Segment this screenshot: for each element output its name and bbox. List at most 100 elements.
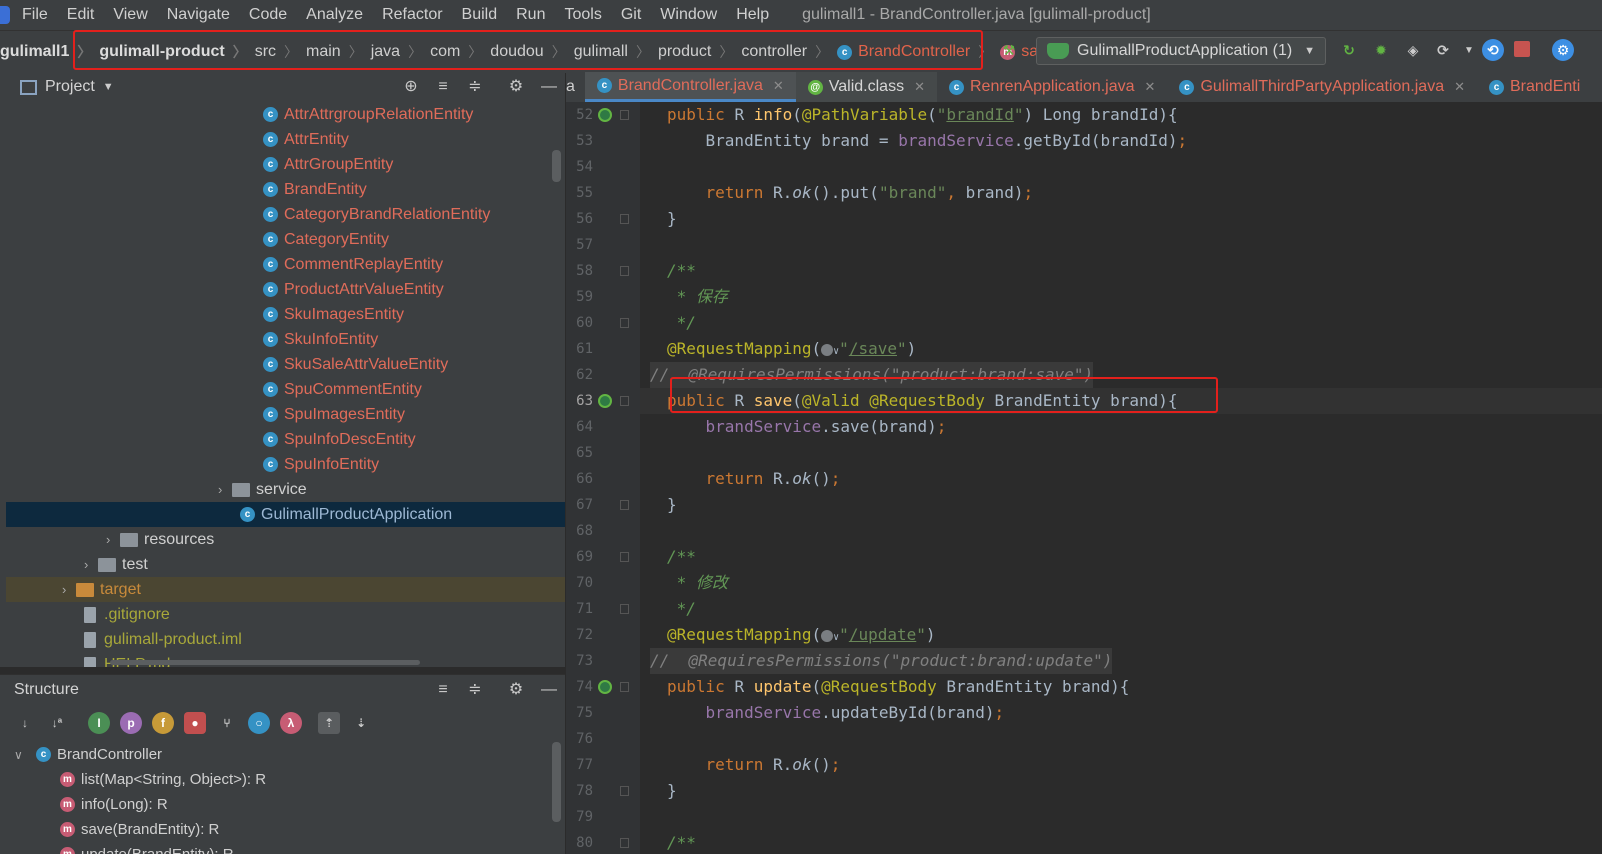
menu-view[interactable]: View [113,6,147,24]
horizontal-scrollbar[interactable] [110,660,420,665]
menu-run[interactable]: Run [516,6,545,24]
tab-renrenapplication[interactable]: c RenrenApplication.java ✕ [937,72,1167,102]
tree-item-file[interactable]: gulimall-product.iml [6,627,565,652]
autoscroll-from-source-icon[interactable]: ⇣ [350,712,372,734]
sort-alphabetically-icon[interactable]: ↓ª [46,712,68,734]
breadcrumb-gulimall-product[interactable]: gulimall-product 〉 [99,42,254,62]
project-panel-title[interactable]: Project [45,78,95,96]
chevron-right-icon[interactable]: › [218,482,232,497]
tree-item-folder[interactable]: › resources [6,527,565,552]
chevron-right-icon[interactable]: › [84,557,98,572]
tree-item[interactable]: c ProductAttrValueEntity [6,277,565,302]
tab-valid-class[interactable]: @ Valid.class ✕ [795,72,937,102]
tree-item[interactable]: c CategoryEntity [6,227,565,252]
fold-marker-icon[interactable] [620,786,629,796]
collapse-all-icon[interactable]: ≑ [464,76,486,98]
web-globe-icon[interactable] [821,629,834,642]
breadcrumb-src[interactable]: src 〉 [255,42,306,62]
breadcrumb-com[interactable]: com 〉 [430,42,490,62]
menu-code[interactable]: Code [249,6,287,24]
expand-all-icon[interactable]: ≡ [432,76,454,98]
structure-member[interactable]: m info(Long): R [60,792,168,817]
fold-marker-icon[interactable] [620,214,629,224]
tree-item-package[interactable]: › service [6,477,565,502]
code-editor[interactable]: 52 public R info(@PathVariable("brandId"… [566,102,1602,854]
tree-item[interactable]: c SpuInfoEntity [6,452,565,477]
tree-item[interactable]: c SkuInfoEntity [6,327,565,352]
tree-item[interactable]: c BrandEntity [6,177,565,202]
scrollbar[interactable] [552,150,561,182]
rerun-icon[interactable]: ↻ [1338,39,1360,61]
tree-item-file[interactable]: .gitignore [6,602,565,627]
sort-by-visibility-icon[interactable]: ↓ [14,712,36,734]
tab-gulimallthirdparty[interactable]: c GulimallThirdPartyApplication.java ✕ [1167,72,1477,102]
locate-target-icon[interactable]: ⊕ [400,76,422,98]
menu-build[interactable]: Build [462,6,498,24]
autoscroll-to-source-icon[interactable]: ⇡ [318,712,340,734]
breadcrumb-brandcontroller[interactable]: c BrandController 〉 [837,42,1000,62]
tree-item[interactable]: c AttrEntity [6,127,565,152]
menu-window[interactable]: Window [660,6,717,24]
gear-icon[interactable]: ⚙ [505,76,527,98]
tree-item-folder[interactable]: › test [6,552,565,577]
tree-item[interactable]: c AttrGroupEntity [6,152,565,177]
close-icon[interactable]: ✕ [914,79,925,95]
tree-item[interactable]: c SpuCommentEntity [6,377,565,402]
collapse-all-icon[interactable]: ≑ [464,679,486,701]
menu-analyze[interactable]: Analyze [306,6,363,24]
chevron-right-icon[interactable]: › [62,582,76,597]
fold-marker-icon[interactable] [620,396,629,406]
endpoint-icon[interactable] [598,394,612,408]
lambda-icon[interactable]: λ [280,712,302,734]
run-more-dropdown-icon[interactable]: ▼ [1458,39,1480,61]
run-configuration-selector[interactable]: GulimallProductApplication (1) ▼ [1036,37,1326,65]
breadcrumb-gulimall[interactable]: gulimall 〉 [574,42,658,62]
hide-panel-icon[interactable]: — [538,679,560,701]
show-non-public-icon[interactable]: ● [184,712,206,734]
profile-icon[interactable]: ⟳ [1432,39,1454,61]
show-inherited-icon[interactable]: I [88,712,110,734]
breadcrumb-controller[interactable]: controller 〉 [741,42,837,62]
fold-marker-icon[interactable] [620,318,629,328]
show-anonymous-icon[interactable]: ⑂ [216,712,238,734]
hide-panel-icon[interactable]: — [538,76,560,98]
menu-git[interactable]: Git [621,6,641,24]
tree-item[interactable]: c SkuImagesEntity [6,302,565,327]
structure-member[interactable]: mupdate(BrandEntity): R [60,842,234,854]
intellij-app-icon[interactable] [0,6,10,24]
menu-edit[interactable]: Edit [67,6,95,24]
menu-file[interactable]: File [22,6,48,24]
coverage-shield-icon[interactable]: ◈ [1402,39,1424,61]
close-icon[interactable]: ✕ [1454,79,1465,95]
fold-marker-icon[interactable] [620,552,629,562]
structure-member[interactable]: m save(BrandEntity): R [60,817,219,842]
tab-brandentity[interactable]: c BrandEnti [1477,72,1592,102]
close-icon[interactable]: ✕ [1145,79,1156,95]
tab-brandcontroller[interactable]: c BrandController.java ✕ [584,72,796,102]
fold-marker-icon[interactable] [620,604,629,614]
tree-item[interactable]: c SpuImagesEntity [6,402,565,427]
breadcrumb-doudou[interactable]: doudou 〉 [490,42,573,62]
search-everywhere-icon[interactable]: ⚙ [1552,39,1574,61]
tree-item[interactable]: c SkuSaleAttrValueEntity [6,352,565,377]
show-lambdas-icon[interactable]: ○ [248,712,270,734]
debug-bug-icon[interactable]: ✹ [1370,39,1392,61]
menu-navigate[interactable]: Navigate [167,6,230,24]
tab-partial[interactable]: a [566,72,585,102]
fold-marker-icon[interactable] [620,682,629,692]
menu-tools[interactable]: Tools [564,6,601,24]
endpoint-icon[interactable] [598,680,612,694]
chevron-right-icon[interactable]: › [106,532,120,547]
structure-root-item[interactable]: ∨ c BrandController [14,742,162,767]
gear-icon[interactable]: ⚙ [505,679,527,701]
breadcrumb-gulimall1[interactable]: gulimall1 〉 [0,42,99,62]
endpoint-icon[interactable] [598,108,612,122]
breadcrumb-java[interactable]: java 〉 [371,42,430,62]
fold-marker-icon[interactable] [620,266,629,276]
menu-refactor[interactable]: Refactor [382,6,442,24]
show-properties-icon[interactable]: p [120,712,142,734]
chevron-down-icon[interactable]: ▼ [103,81,114,93]
tree-item[interactable]: c CommentReplayEntity [6,252,565,277]
show-fields-icon[interactable]: f [152,712,174,734]
web-globe-icon[interactable] [821,343,834,356]
